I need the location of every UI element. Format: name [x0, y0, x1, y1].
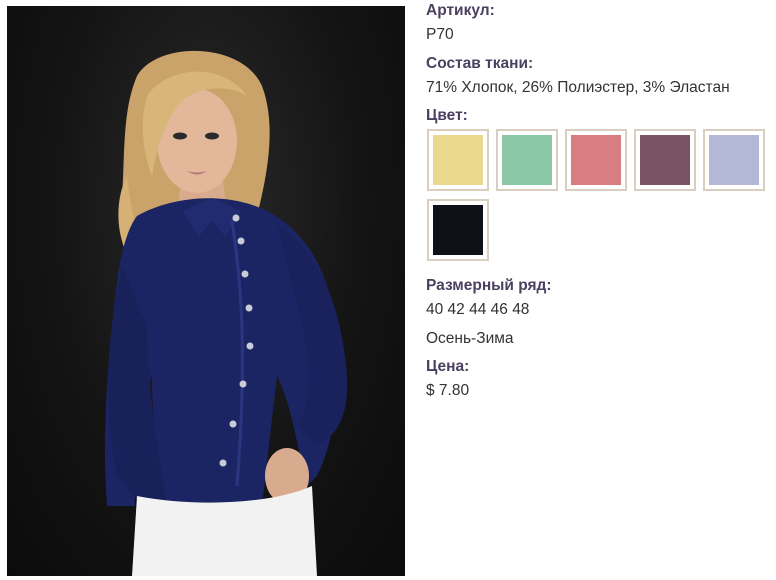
article-value: P70	[426, 26, 454, 43]
color-label: Цвет:	[426, 107, 468, 124]
swatch-fill	[640, 135, 690, 185]
article-label: Артикул:	[426, 2, 495, 19]
sizes-value: 40 42 44 46 48	[426, 301, 530, 318]
price-value: $ 7.80	[426, 382, 470, 399]
swatch-fill	[571, 135, 621, 185]
color-swatch-pink[interactable]	[565, 129, 627, 191]
product-photo[interactable]	[7, 6, 405, 576]
swatch-fill	[433, 135, 483, 185]
season-value: Осень-Зима	[426, 330, 514, 347]
color-swatch-black[interactable]	[427, 199, 489, 261]
model-photo-illustration	[104, 50, 348, 576]
color-swatch-lavender[interactable]	[703, 129, 765, 191]
swatch-fill	[502, 135, 552, 185]
swatch-fill	[433, 205, 483, 255]
fabric-value: 71% Хлопок, 26% Полиэстер, 3% Эластан	[426, 79, 730, 96]
color-swatch-mint[interactable]	[496, 129, 558, 191]
swatch-fill	[709, 135, 759, 185]
fabric-label: Состав ткани:	[426, 55, 534, 72]
color-swatch-plum[interactable]	[634, 129, 696, 191]
color-swatch-yellow[interactable]	[427, 129, 489, 191]
sizes-label: Размерный ряд:	[426, 277, 552, 294]
price-label: Цена:	[426, 358, 470, 375]
